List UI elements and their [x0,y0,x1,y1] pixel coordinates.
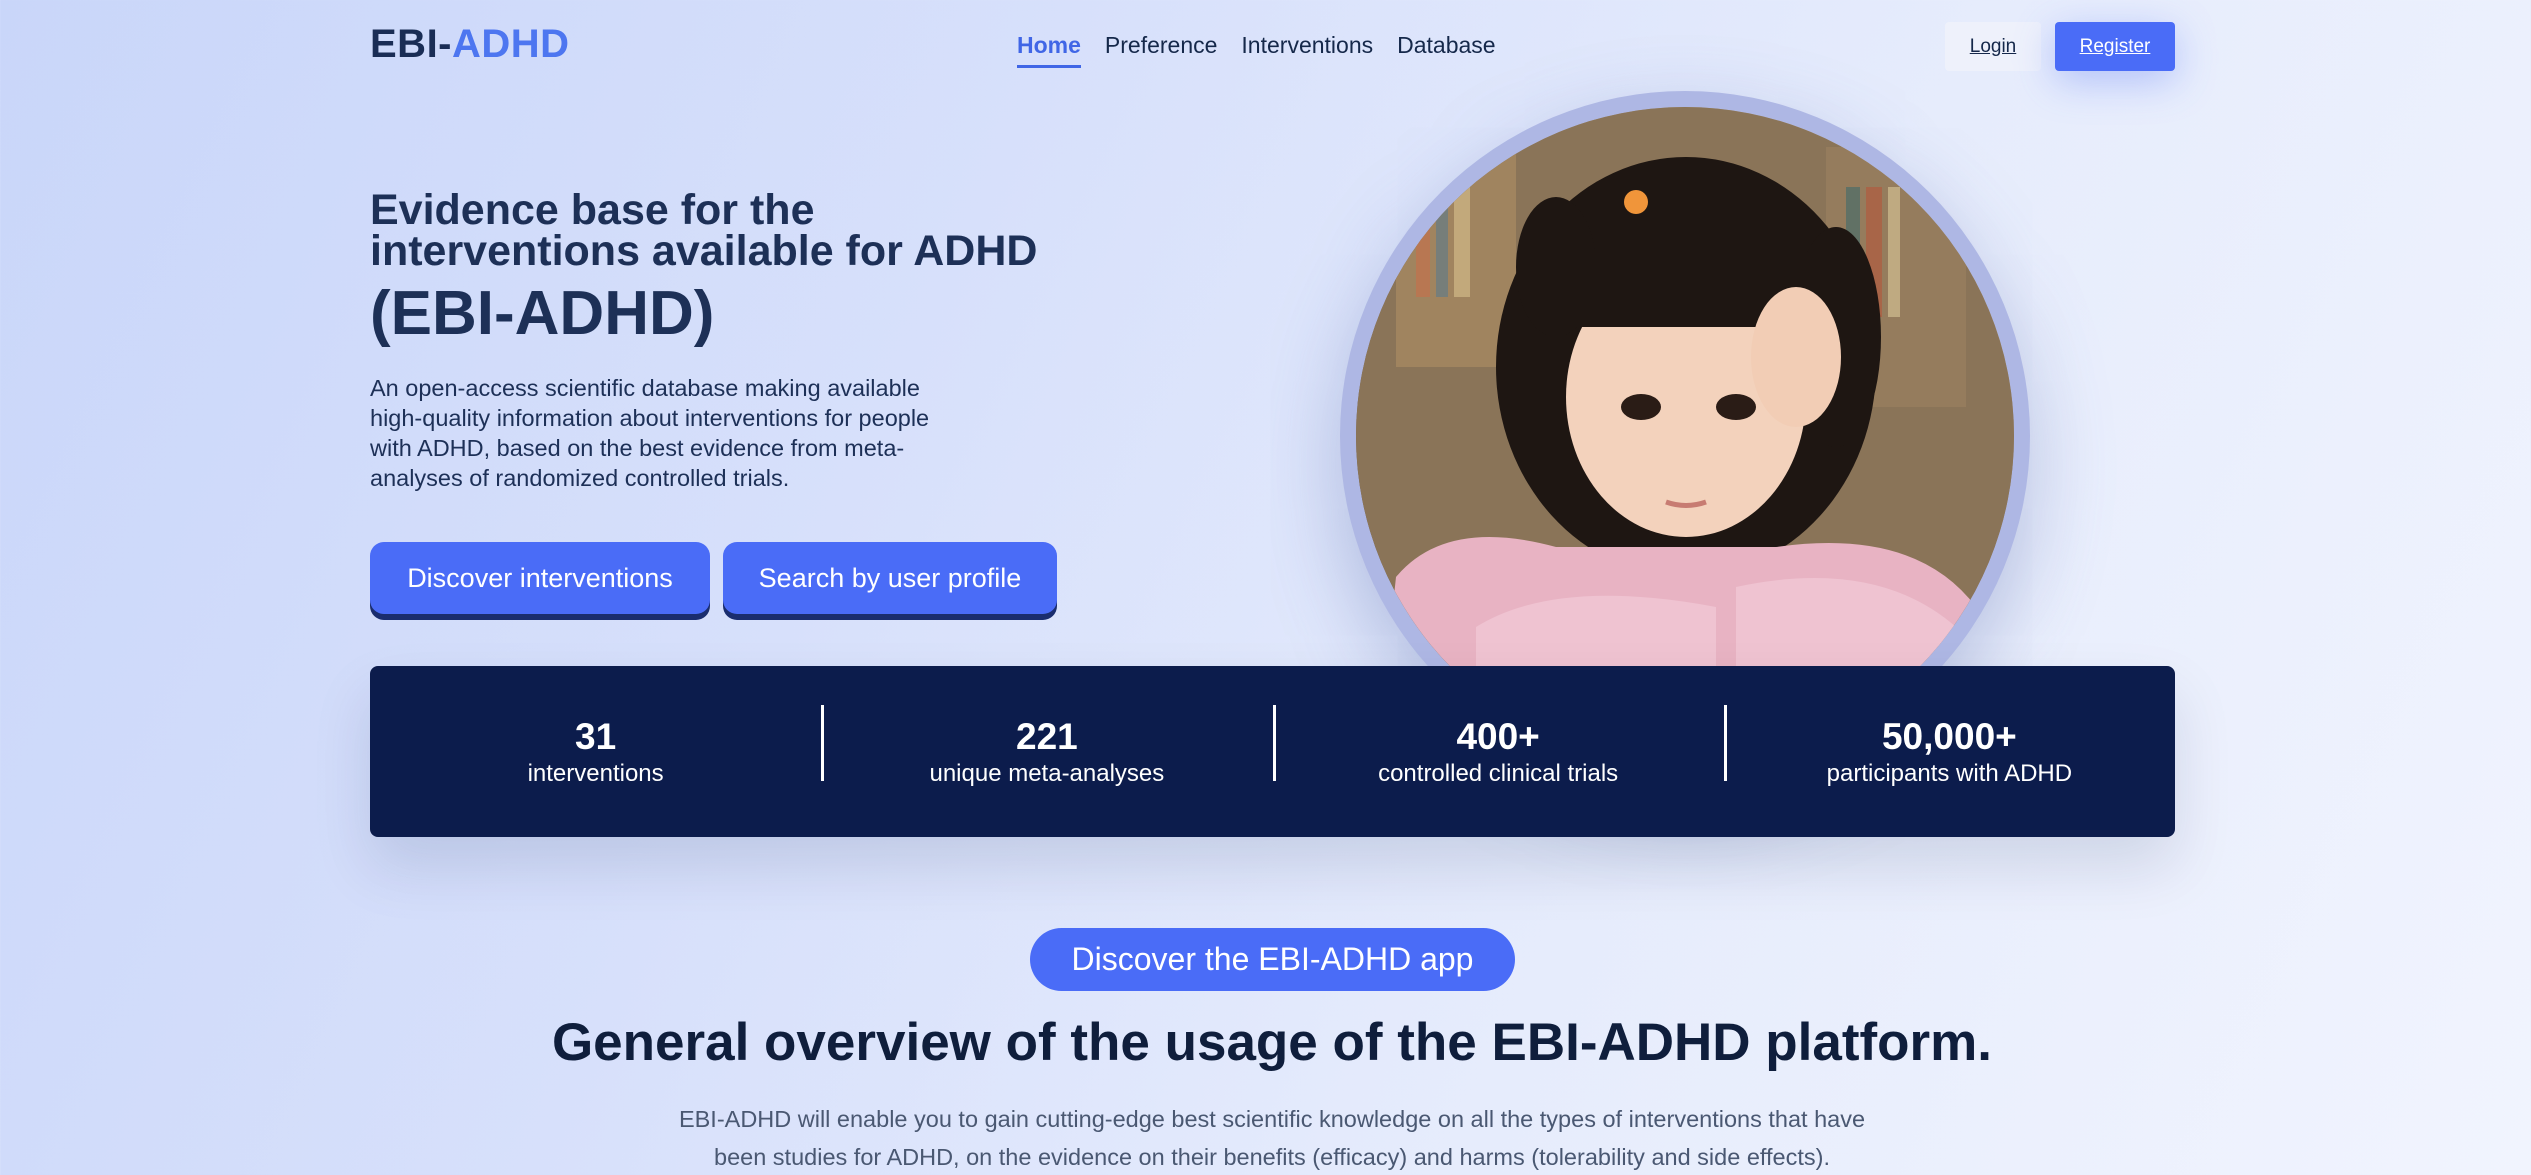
stat-label: participants with ADHD [1826,759,2073,787]
stat-label: unique meta-analyses [929,759,1165,787]
logo-part-ebi: EBI- [370,22,452,66]
overview-title: General overview of the usage of the EBI… [551,1013,1993,1072]
stats-band: 31 interventions 221 unique meta-analyse… [370,666,2175,837]
logo-part-adhd: ADHD [452,22,570,66]
stat-interventions: 31 interventions [370,715,821,789]
nav-home[interactable]: Home [1017,32,1081,68]
register-button[interactable]: Register [2055,22,2175,71]
stat-label: controlled clinical trials [1378,759,1619,787]
stat-label: interventions [527,759,664,787]
nav-preference[interactable]: Preference [1105,32,1218,68]
overview-text: EBI-ADHD will enable you to gain cutting… [678,1106,1866,1170]
discover-interventions-button[interactable]: Discover interventions [370,542,710,614]
stat-clinical-trials: 400+ controlled clinical trials [1272,704,1724,789]
stat-value: 221 [1016,715,1078,757]
stat-value: 50,000+ [1881,715,2017,757]
main-nav: Home Preference Interventions Database [1017,32,1496,68]
hero-description: An open-access scientific database makin… [370,375,930,491]
nav-interventions[interactable]: Interventions [1241,32,1373,68]
stat-value: 31 [575,715,617,757]
login-button[interactable]: Login [1945,22,2041,71]
stat-meta-analyses: 221 unique meta-analyses [821,704,1272,789]
hero-title-acronym: (EBI-ADHD) [370,279,715,348]
site-logo[interactable]: EBI-ADHD [370,22,570,67]
nav-database[interactable]: Database [1397,32,1495,68]
stat-participants: 50,000+ participants with ADHD [1723,704,2175,789]
stat-value: 400+ [1456,715,1540,757]
hero-title: Evidence base for the interventions avai… [370,186,1038,275]
search-by-user-profile-button[interactable]: Search by user profile [723,542,1057,614]
discover-app-button[interactable]: Discover the EBI-ADHD app [1030,928,1515,991]
